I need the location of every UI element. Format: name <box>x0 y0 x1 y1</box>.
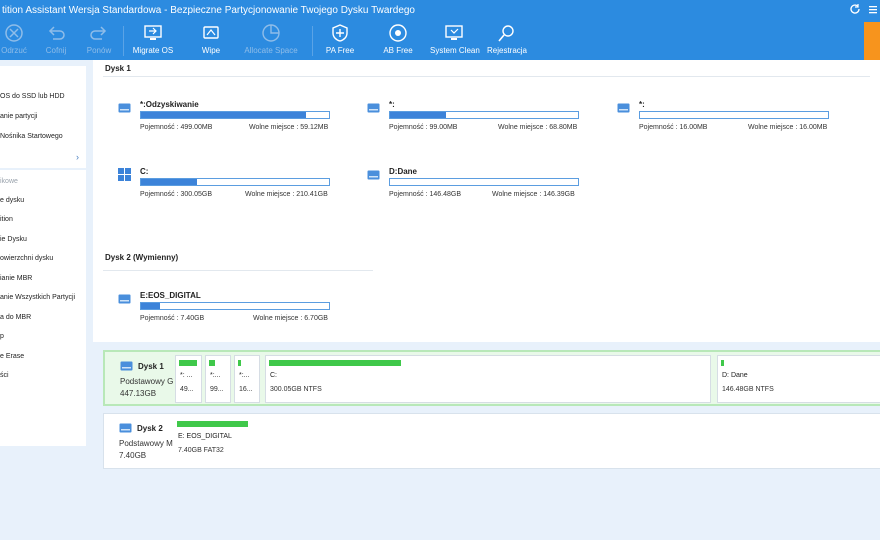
upgrade-button[interactable] <box>864 22 880 60</box>
partition-block[interactable]: *:... 99... <box>205 355 231 403</box>
partition-block[interactable]: D: Dane 146.48GB NTFS <box>717 355 880 403</box>
sidebar-item-op-6[interactable]: anie Wszystkich Partycji <box>0 294 75 301</box>
undo-button[interactable]: Cofnij <box>42 22 70 60</box>
ab-free-icon <box>389 24 407 42</box>
partition-list: Dysk 1 *:Odzyskiwanie Pojemność : 499.00… <box>93 60 880 342</box>
pa-free-icon <box>332 24 348 42</box>
allocate-space-icon <box>262 24 280 42</box>
system-clean-button[interactable]: System Clean <box>430 22 480 60</box>
usage-bar <box>639 111 829 119</box>
sidebar-item-op-4[interactable]: owierzchni dysku <box>0 255 53 262</box>
sidebar-item-op-3[interactable]: ie Dysku <box>0 236 27 243</box>
migrate-os-button[interactable]: Migrate OS <box>130 22 176 60</box>
operations-heading: ikowe <box>0 178 18 185</box>
toolbar: Odrzuć Cofnij Ponów Migrate OS Wipe Allo… <box>0 22 880 60</box>
drive-icon <box>119 423 132 433</box>
drive-icon <box>367 103 380 113</box>
partition-card[interactable]: D:Dane Pojemność : 146.48GB Wolne miejsc… <box>367 165 587 205</box>
redo-button[interactable]: Ponów <box>85 22 113 60</box>
sidebar-item-op-2[interactable]: ition <box>0 216 13 223</box>
disk-label[interactable]: Dysk 2 Podstawowy M 7.40GB <box>104 414 174 468</box>
windows-icon <box>118 168 131 181</box>
drive-icon <box>118 103 131 113</box>
disk2-heading: Dysk 2 (Wymienny) <box>105 253 179 262</box>
usage-bar <box>140 111 330 119</box>
registration-icon <box>498 25 514 42</box>
wipe-button[interactable]: Wipe <box>193 22 229 60</box>
operations-panel: ikowe e dysku ition ie Dysku owierzchni … <box>0 170 86 446</box>
registration-button[interactable]: Rejestracja <box>486 22 528 60</box>
partition-block[interactable]: E: EOS_DIGITAL 7.40GB FAT32 <box>174 417 880 465</box>
main-area: Dysk 1 *:Odzyskiwanie Pojemność : 499.00… <box>93 60 880 540</box>
wizards-panel: OS do SSD lub HDD anie partycji Nośnika … <box>0 66 86 168</box>
partition-block[interactable]: *:... 16... <box>234 355 260 403</box>
sidebar-item-op-1[interactable]: e dysku <box>0 197 24 204</box>
title-bar: tition Assistant Wersja Standardowa - Be… <box>0 0 880 22</box>
usage-bar <box>140 178 330 186</box>
discard-icon <box>5 24 23 42</box>
refresh-icon[interactable] <box>848 3 862 17</box>
migrate-os-icon <box>144 25 162 40</box>
usage-bar <box>389 111 579 119</box>
allocate-space-button[interactable]: Allocate Space <box>244 22 298 60</box>
sidebar-item-op-9[interactable]: e Erase <box>0 353 24 360</box>
usage-bar <box>140 302 330 310</box>
disk-map-row[interactable]: Dysk 2 Podstawowy M 7.40GB E: EOS_DIGITA… <box>103 413 880 469</box>
partition-block[interactable]: *: ... 49... <box>175 355 202 403</box>
discard-button[interactable]: Odrzuć <box>0 22 28 60</box>
pa-free-button[interactable]: PA Free <box>320 22 360 60</box>
sidebar-item-migrate-os[interactable]: OS do SSD lub HDD <box>0 93 65 100</box>
window-title: tition Assistant Wersja Standardowa - Be… <box>2 5 415 16</box>
partition-card[interactable]: *:Odzyskiwanie Pojemność : 499.00MB Woln… <box>118 98 338 138</box>
usage-bar <box>389 178 579 186</box>
sidebar-item-op-10[interactable]: ści <box>0 372 9 379</box>
menu-icon[interactable] <box>866 3 880 17</box>
drive-icon <box>367 170 380 180</box>
system-clean-icon <box>445 25 463 40</box>
drive-icon <box>118 294 131 304</box>
sidebar-item-partition-wizard[interactable]: anie partycji <box>0 113 37 120</box>
partition-card[interactable]: E:EOS_DIGITAL Pojemność : 7.40GB Wolne m… <box>118 289 338 329</box>
sidebar: OS do SSD lub HDD anie partycji Nośnika … <box>0 60 93 540</box>
ab-free-button[interactable]: AB Free <box>378 22 418 60</box>
drive-icon <box>120 361 133 371</box>
drive-icon <box>617 103 630 113</box>
sidebar-item-op-5[interactable]: ianie MBR <box>0 275 32 282</box>
partition-card[interactable]: C: Pojemność : 300.05GB Wolne miejsce : … <box>118 165 338 205</box>
more-arrow-icon[interactable]: › <box>76 152 79 162</box>
wipe-icon <box>203 26 219 39</box>
partition-block[interactable]: C: 300.05GB NTFS <box>265 355 711 403</box>
redo-icon <box>90 26 107 40</box>
sidebar-item-op-8[interactable]: p <box>0 333 4 340</box>
disk-label[interactable]: Dysk 1 Podstawowy G 447.13GB <box>105 352 175 404</box>
partition-card[interactable]: *: Pojemność : 16.00MB Wolne miejsce : 1… <box>617 98 837 138</box>
partition-card[interactable]: *: Pojemność : 99.00MB Wolne miejsce : 6… <box>367 98 587 138</box>
disk1-heading: Dysk 1 <box>105 64 131 73</box>
sidebar-item-op-7[interactable]: a do MBR <box>0 314 31 321</box>
undo-icon <box>48 26 65 40</box>
sidebar-item-bootable-media[interactable]: Nośnika Startowego <box>0 133 63 140</box>
disk-map-row[interactable]: Dysk 1 Podstawowy G 447.13GB *: ... 49..… <box>103 350 880 406</box>
